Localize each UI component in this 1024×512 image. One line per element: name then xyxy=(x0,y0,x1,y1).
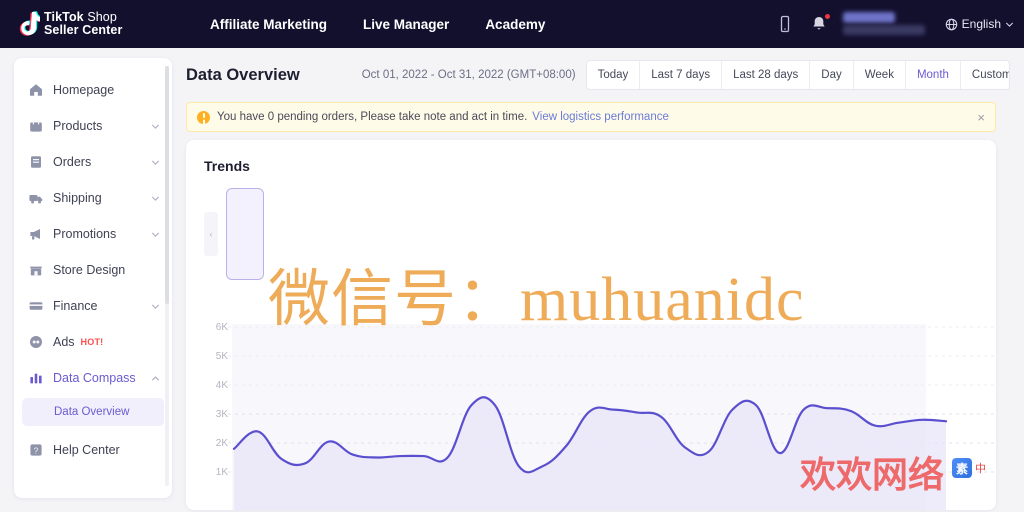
sidebar-item-finance[interactable]: Finance xyxy=(14,288,172,324)
logo-line1-bold: TikTok xyxy=(44,10,84,24)
chevron-up-icon xyxy=(152,375,159,380)
range-button-last-28-days[interactable]: Last 28 days xyxy=(722,61,811,89)
sidebar-label-data-compass: Data Compass xyxy=(53,371,136,385)
sidebar-item-shipping[interactable]: Shipping xyxy=(14,180,172,216)
nav-item-live-manager[interactable]: Live Manager xyxy=(363,17,449,32)
help-icon: ? xyxy=(28,442,44,458)
range-button-month[interactable]: Month xyxy=(905,61,961,89)
trends-chart-svg xyxy=(228,324,996,510)
range-button-today[interactable]: Today xyxy=(586,61,641,89)
sidebar-item-help-center[interactable]: ? Help Center xyxy=(14,432,172,468)
mobile-app-icon[interactable] xyxy=(775,14,795,34)
notification-badge-dot xyxy=(823,13,831,20)
sidebar-item-homepage[interactable]: Homepage xyxy=(14,72,172,108)
truck-icon xyxy=(28,190,44,206)
chevron-down-icon xyxy=(152,124,159,129)
page-header: Data Overview Oct 01, 2022 - Oct 31, 202… xyxy=(186,52,1010,98)
y-axis-label-2k: 2K xyxy=(215,438,228,449)
y-axis-label-3k: 3K xyxy=(215,409,228,420)
warning-icon xyxy=(197,110,210,124)
app-root: TikTok Shop Seller Center Affiliate Mark… xyxy=(0,0,1024,512)
nav-item-academy[interactable]: Academy xyxy=(485,17,545,32)
sidebar-label-finance: Finance xyxy=(53,299,98,313)
card-icon xyxy=(28,298,44,314)
user-account-blurred[interactable] xyxy=(842,11,931,37)
bag-icon xyxy=(28,118,44,134)
trends-title: Trends xyxy=(204,158,250,174)
ads-hot-badge: HOT! xyxy=(80,337,104,347)
sidebar-sublabel-data-overview: Data Overview xyxy=(54,406,130,418)
sidebar-label-orders: Orders xyxy=(53,155,92,169)
sidebar-item-orders[interactable]: Orders xyxy=(14,144,172,180)
ads-icon xyxy=(28,334,44,350)
sidebar-label-homepage: Homepage xyxy=(53,83,115,97)
sidebar-scrollbar[interactable] xyxy=(165,66,169,486)
primary-nav: Affiliate Marketing Live Manager Academy xyxy=(210,17,545,32)
notification-bell-icon[interactable] xyxy=(809,13,831,34)
range-button-last-7-days[interactable]: Last 7 days xyxy=(640,61,723,89)
trends-card: Trends ‹ 6K 5K 4K 3K 2K 1K xyxy=(186,140,996,510)
y-axis-label-5k: 5K xyxy=(215,351,228,362)
chevron-down-icon xyxy=(1006,22,1013,27)
brand-logo[interactable]: TikTok Shop Seller Center xyxy=(14,10,164,38)
logo-line1-regular: Shop xyxy=(87,10,117,24)
chevron-down-icon xyxy=(152,232,159,237)
date-range-label: Oct 01, 2022 - Oct 31, 2022 (GMT+08:00) xyxy=(361,69,576,81)
bar-chart-icon xyxy=(28,370,44,386)
sidebar-label-store-design: Store Design xyxy=(53,263,126,277)
close-icon[interactable]: × xyxy=(977,111,985,124)
y-axis-label-4k: 4K xyxy=(215,380,228,391)
y-axis-label-1k: 1K xyxy=(215,467,228,478)
alert-text: You have 0 pending orders, Please take n… xyxy=(217,111,528,123)
metric-cards-strip: ‹ xyxy=(204,188,264,280)
language-selector[interactable]: English xyxy=(945,17,1014,31)
header-actions: English xyxy=(775,0,1014,48)
storefront-icon xyxy=(28,262,44,278)
y-axis-label-6k: 6K xyxy=(215,322,228,333)
brand-logo-text: TikTok Shop Seller Center xyxy=(44,11,122,37)
nav-item-affiliate-marketing[interactable]: Affiliate Marketing xyxy=(210,17,327,32)
chevron-down-icon xyxy=(152,304,159,309)
date-range-segmented-control: Today Last 7 days Last 28 days Day Week … xyxy=(585,60,1010,90)
language-label: English xyxy=(961,17,1001,31)
sidebar-nav: Homepage Products Orders Shipping Promot… xyxy=(14,58,172,498)
megaphone-icon xyxy=(28,226,44,242)
sidebar-label-products: Products xyxy=(53,119,103,133)
sidebar-label-ads: Ads xyxy=(53,335,75,349)
chevron-down-icon xyxy=(152,160,159,165)
sidebar-item-data-compass[interactable]: Data Compass xyxy=(14,360,172,396)
logo-line2: Seller Center xyxy=(44,23,123,37)
chevron-down-icon xyxy=(152,196,159,201)
metric-scroll-left-button[interactable]: ‹ xyxy=(204,212,218,256)
range-button-custom[interactable]: Custom xyxy=(960,61,1009,89)
clipboard-icon xyxy=(28,154,44,170)
top-header-bar: TikTok Shop Seller Center Affiliate Mark… xyxy=(0,0,1024,48)
sidebar-item-products[interactable]: Products xyxy=(14,108,172,144)
sidebar-label-promotions: Promotions xyxy=(53,227,117,241)
sidebar-subitem-data-overview[interactable]: Data Overview xyxy=(22,398,164,426)
metric-card-selected[interactable] xyxy=(226,188,264,280)
sidebar-label-help-center: Help Center xyxy=(53,443,120,457)
view-logistics-performance-link[interactable]: View logistics performance xyxy=(532,111,669,123)
tiktok-note-icon xyxy=(14,10,43,38)
trends-chart: 6K 5K 4K 3K 2K 1K xyxy=(186,316,996,510)
page-title: Data Overview xyxy=(186,65,300,84)
sidebar-item-store-design[interactable]: Store Design xyxy=(14,252,172,288)
home-icon xyxy=(28,82,44,98)
globe-icon xyxy=(945,18,957,30)
sidebar-label-shipping: Shipping xyxy=(53,191,102,205)
range-button-day[interactable]: Day xyxy=(810,61,854,89)
range-button-week[interactable]: Week xyxy=(853,61,906,89)
main-content: Data Overview Oct 01, 2022 - Oct 31, 202… xyxy=(186,52,1010,510)
sidebar-item-promotions[interactable]: Promotions xyxy=(14,216,172,252)
pending-orders-alert: You have 0 pending orders, Please take n… xyxy=(186,102,996,132)
svg-text:?: ? xyxy=(34,446,39,455)
sidebar-item-ads[interactable]: Ads HOT! xyxy=(14,324,172,360)
